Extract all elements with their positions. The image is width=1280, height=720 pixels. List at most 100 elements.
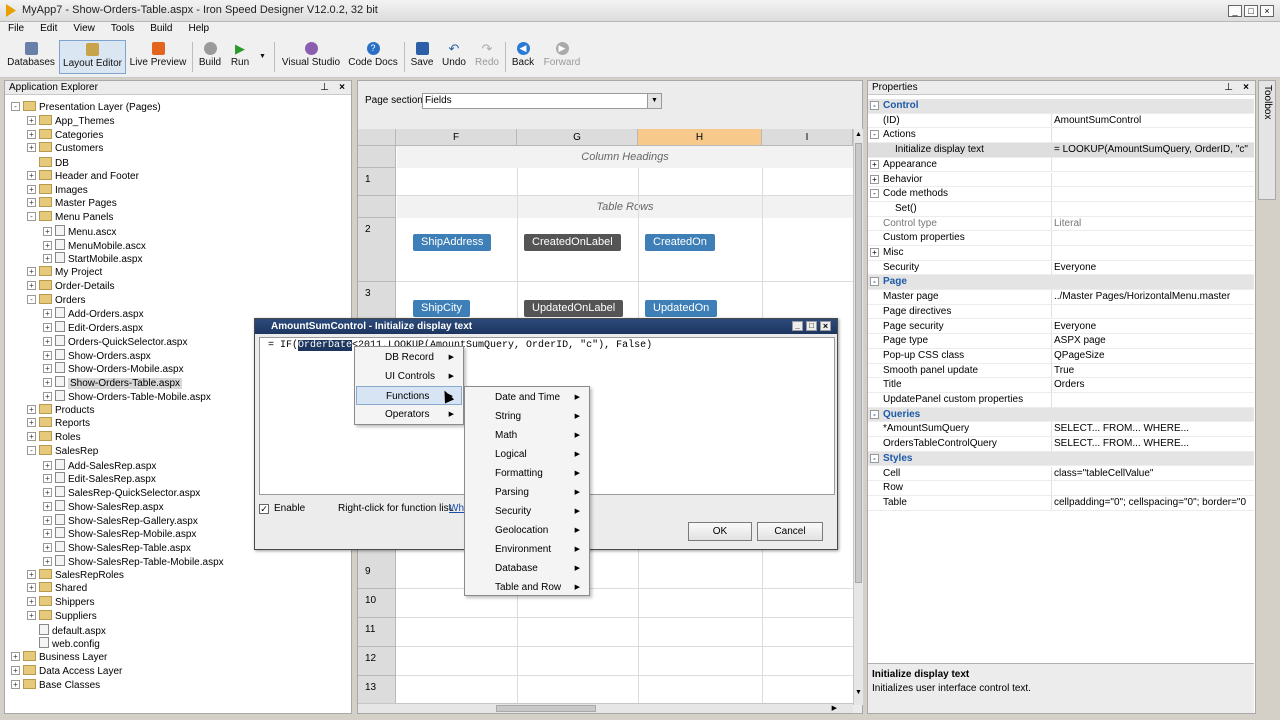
- collapse-icon[interactable]: -: [870, 409, 879, 419]
- expand-icon[interactable]: +: [27, 432, 36, 441]
- property-row[interactable]: Row: [868, 481, 1254, 496]
- property-row[interactable]: Title Orders: [868, 378, 1254, 393]
- function-category-item[interactable]: Logical ▶: [466, 445, 588, 464]
- property-row[interactable]: OrdersTableControlQuery SELECT... FROM...…: [868, 437, 1254, 452]
- tree-node[interactable]: + My Project: [27, 266, 102, 279]
- property-value[interactable]: [1051, 304, 1254, 319]
- expand-icon[interactable]: +: [27, 129, 36, 139]
- layout-editor-button[interactable]: Layout Editor: [59, 40, 126, 74]
- tree-node[interactable]: + Menu.ascx: [43, 224, 116, 238]
- run-dropdown[interactable]: ▼: [256, 40, 268, 74]
- tree-node[interactable]: - Presentation Layer (Pages): [11, 101, 161, 114]
- property-category[interactable]: - Queries: [868, 407, 1254, 423]
- horizontal-scrollbar[interactable]: ▶: [358, 703, 853, 713]
- menu-tools[interactable]: Tools: [103, 22, 142, 36]
- collapse-icon[interactable]: -: [870, 453, 879, 463]
- expand-icon[interactable]: +: [43, 488, 52, 497]
- tree-node[interactable]: web.config: [27, 637, 100, 650]
- function-category-item[interactable]: Parsing ▶: [466, 483, 588, 502]
- tree-node[interactable]: + Shared: [27, 582, 87, 595]
- collapse-icon[interactable]: -: [870, 130, 879, 140]
- property-row[interactable]: Master page ../Master Pages/HorizontalMen…: [868, 290, 1254, 305]
- expand-icon[interactable]: +: [43, 336, 52, 346]
- tree-node[interactable]: + Shippers: [27, 596, 94, 609]
- property-row[interactable]: Page type ASPX page: [868, 334, 1254, 349]
- code-docs-button[interactable]: ? Code Docs: [348, 40, 398, 74]
- property-category[interactable]: - Control: [868, 99, 1254, 114]
- cancel-button[interactable]: Cancel: [757, 522, 823, 541]
- property-row[interactable]: Security Everyone: [868, 260, 1254, 276]
- expand-icon[interactable]: +: [43, 556, 52, 566]
- column-header-g[interactable]: G: [517, 129, 638, 146]
- property-value[interactable]: Literal: [1051, 216, 1254, 231]
- save-button[interactable]: Save: [410, 40, 434, 74]
- expand-icon[interactable]: +: [27, 569, 36, 579]
- expand-icon[interactable]: +: [27, 404, 36, 414]
- property-value[interactable]: SELECT... FROM... WHERE...: [1051, 437, 1254, 451]
- field-chip[interactable]: ShipCity: [413, 300, 470, 317]
- menu-edit[interactable]: Edit: [32, 22, 65, 36]
- function-category-item[interactable]: Environment ▶: [466, 540, 588, 559]
- property-value[interactable]: True: [1051, 363, 1254, 378]
- property-row[interactable]: + Appearance: [868, 157, 1254, 173]
- hscroll-thumb[interactable]: [496, 705, 596, 712]
- expand-icon[interactable]: +: [870, 248, 879, 257]
- row-header-9[interactable]: 9: [358, 560, 396, 589]
- tree-node[interactable]: + StartMobile.aspx: [43, 252, 142, 265]
- collapse-icon[interactable]: -: [27, 212, 36, 221]
- expand-icon[interactable]: +: [11, 652, 20, 661]
- tree-node[interactable]: + Base Classes: [11, 678, 100, 692]
- tree-node[interactable]: + Orders-QuickSelector.aspx: [43, 334, 188, 348]
- expand-icon[interactable]: +: [27, 170, 36, 180]
- expand-icon[interactable]: +: [27, 198, 36, 208]
- expand-icon[interactable]: +: [43, 378, 52, 387]
- expand-icon[interactable]: +: [27, 597, 36, 606]
- live-preview-button[interactable]: Live Preview: [129, 40, 187, 74]
- chevron-down-icon[interactable]: ▼: [647, 94, 661, 108]
- collapse-icon[interactable]: -: [27, 445, 36, 455]
- tree-node[interactable]: + Show-Orders-Table.aspx: [43, 376, 183, 389]
- expand-icon[interactable]: +: [43, 226, 52, 236]
- expand-icon[interactable]: +: [27, 418, 36, 428]
- expand-icon[interactable]: +: [43, 254, 52, 264]
- field-chip[interactable]: UpdatedOn: [645, 300, 718, 317]
- property-value[interactable]: [1051, 481, 1254, 495]
- tree-node[interactable]: DB: [27, 156, 69, 169]
- tree-node[interactable]: + Show-SalesRep.aspx: [43, 499, 164, 513]
- property-row[interactable]: *AmountSumQuery SELECT... FROM... WHERE..…: [868, 422, 1254, 438]
- property-value[interactable]: [1051, 231, 1254, 245]
- context-menu-item[interactable]: DB Record ▶: [356, 348, 462, 367]
- expand-icon[interactable]: +: [27, 184, 36, 194]
- property-row[interactable]: Pop-up CSS class QPageSize: [868, 348, 1254, 364]
- close-button[interactable]: ×: [820, 321, 831, 331]
- property-value[interactable]: SELECT... FROM... WHERE...: [1051, 422, 1254, 437]
- row-header-1[interactable]: 1: [358, 168, 396, 196]
- row-header-2[interactable]: 2: [358, 218, 396, 282]
- tree-node[interactable]: + App_Themes: [27, 114, 114, 128]
- tree-node[interactable]: + Header and Footer: [27, 169, 139, 183]
- tree-node[interactable]: + Data Access Layer: [11, 664, 122, 678]
- tree-node[interactable]: + Edit-SalesRep.aspx: [43, 472, 156, 485]
- tree-node[interactable]: + Add-Orders.aspx: [43, 307, 144, 320]
- menu-file[interactable]: File: [0, 22, 32, 36]
- enable-checkbox[interactable]: ✓: [259, 504, 269, 514]
- property-value[interactable]: Everyone: [1051, 319, 1254, 334]
- tree-node[interactable]: + Customers: [27, 142, 103, 155]
- expand-icon[interactable]: +: [43, 240, 52, 250]
- expand-icon[interactable]: +: [43, 474, 52, 484]
- property-value[interactable]: [1051, 172, 1254, 187]
- property-row[interactable]: UpdatePanel custom properties: [868, 393, 1254, 408]
- function-category-item[interactable]: Date and Time ▶: [466, 388, 588, 407]
- property-value[interactable]: AmountSumControl: [1051, 113, 1254, 128]
- tree-node[interactable]: + MenuMobile.ascx: [43, 238, 146, 252]
- tree-node[interactable]: + Show-Orders-Mobile.aspx: [43, 362, 184, 375]
- function-category-item[interactable]: Formatting ▶: [466, 464, 588, 483]
- expand-icon[interactable]: +: [11, 665, 20, 675]
- collapse-icon[interactable]: -: [870, 189, 879, 199]
- row-header-11[interactable]: 11: [358, 618, 396, 647]
- property-row[interactable]: - Code methods: [868, 187, 1254, 202]
- tree-node[interactable]: - Menu Panels: [27, 211, 113, 224]
- tree-node[interactable]: + Show-SalesRep-Mobile.aspx: [43, 527, 196, 540]
- expand-icon[interactable]: +: [43, 515, 52, 525]
- tree-node[interactable]: + Edit-Orders.aspx: [43, 321, 143, 334]
